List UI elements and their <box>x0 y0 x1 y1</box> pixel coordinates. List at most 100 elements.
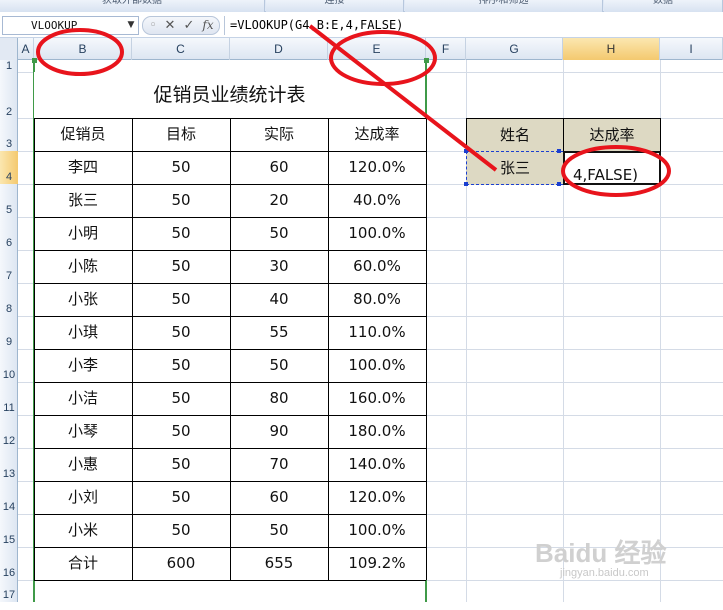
row-header-4[interactable]: 4 <box>0 151 18 184</box>
range-handle[interactable] <box>424 58 429 63</box>
table-cell-actual[interactable]: 80 <box>230 382 328 415</box>
table-cell-rate[interactable]: 140.0% <box>328 448 426 481</box>
table-cell-target[interactable]: 50 <box>132 382 230 415</box>
column-header-c[interactable]: C <box>132 38 230 60</box>
table-cell-actual[interactable]: 60 <box>230 481 328 514</box>
column-header-g[interactable]: G <box>466 38 563 60</box>
enter-formula-button[interactable]: ✓ <box>180 16 198 35</box>
table-cell-rate[interactable]: 160.0% <box>328 382 426 415</box>
column-header-e[interactable]: E <box>328 38 426 60</box>
table-cell-salesperson[interactable]: 张三 <box>34 184 132 217</box>
table-cell-target[interactable]: 50 <box>132 415 230 448</box>
ribbon-group-data-tools[interactable]: 数据 <box>604 0 723 12</box>
table-cell-target[interactable]: 50 <box>132 250 230 283</box>
table-cell-rate[interactable]: 100.0% <box>328 349 426 382</box>
table-cell-salesperson[interactable]: 小琴 <box>34 415 132 448</box>
table-cell-actual[interactable]: 50 <box>230 514 328 547</box>
table-header-target[interactable]: 目标 <box>132 118 230 151</box>
table-cell-rate[interactable]: 120.0% <box>328 481 426 514</box>
table-cell-target[interactable]: 50 <box>132 217 230 250</box>
table-cell-target[interactable]: 50 <box>132 448 230 481</box>
table-cell-actual[interactable]: 60 <box>230 151 328 184</box>
table-cell-salesperson[interactable]: 小刘 <box>34 481 132 514</box>
column-header-b[interactable]: B <box>34 38 132 60</box>
table-cell-salesperson[interactable]: 小米 <box>34 514 132 547</box>
table-cell-rate[interactable]: 120.0% <box>328 151 426 184</box>
table-cell-target[interactable]: 50 <box>132 283 230 316</box>
lookup-header-name[interactable]: 姓名 <box>466 118 564 152</box>
table-cell-salesperson[interactable]: 小惠 <box>34 448 132 481</box>
row-header-1[interactable]: 1 <box>0 60 18 72</box>
table-cell-actual[interactable]: 50 <box>230 349 328 382</box>
table-cell-actual[interactable]: 90 <box>230 415 328 448</box>
formula-input[interactable]: =VLOOKUP(G4,B:E,4,FALSE) <box>224 16 723 35</box>
row-header-8[interactable]: 8 <box>0 283 18 316</box>
row-header-6[interactable]: 6 <box>0 217 18 250</box>
table-cell-salesperson[interactable]: 小张 <box>34 283 132 316</box>
row-header-7[interactable]: 7 <box>0 250 18 283</box>
row-header-5[interactable]: 5 <box>0 184 18 217</box>
table-cell-rate[interactable]: 180.0% <box>328 415 426 448</box>
table-cell-actual[interactable]: 655 <box>230 547 328 580</box>
name-box[interactable]: VLOOKUP <box>2 16 139 35</box>
table-cell-target[interactable]: 50 <box>132 349 230 382</box>
table-cell-actual[interactable]: 20 <box>230 184 328 217</box>
row-header-15[interactable]: 15 <box>0 514 18 547</box>
table-cell-target[interactable]: 50 <box>132 184 230 217</box>
ribbon-group-sort-filter[interactable]: 排序和筛选 <box>405 0 603 12</box>
ribbon-group-get-external-data[interactable]: 获取外部数据 <box>0 0 265 12</box>
row-header-12[interactable]: 12 <box>0 415 18 448</box>
row-header-9[interactable]: 9 <box>0 316 18 349</box>
table-header-actual[interactable]: 实际 <box>230 118 328 151</box>
column-header-a[interactable]: A <box>18 38 34 60</box>
table-cell-salesperson[interactable]: 小陈 <box>34 250 132 283</box>
table-cell-actual[interactable]: 30 <box>230 250 328 283</box>
row-header-10[interactable]: 10 <box>0 349 18 382</box>
select-all-corner[interactable] <box>0 38 18 60</box>
column-header-d[interactable]: D <box>230 38 328 60</box>
range-handle[interactable] <box>32 58 37 63</box>
table-cell-target[interactable]: 50 <box>132 481 230 514</box>
column-header-f[interactable]: F <box>426 38 466 60</box>
table-cell-salesperson[interactable]: 合计 <box>34 547 132 580</box>
lookup-header-rate[interactable]: 达成率 <box>563 118 661 152</box>
table-cell-rate[interactable]: 100.0% <box>328 217 426 250</box>
row-header-3[interactable]: 3 <box>0 118 18 151</box>
table-cell-rate[interactable]: 110.0% <box>328 316 426 349</box>
table-cell-actual[interactable]: 70 <box>230 448 328 481</box>
ribbon-group-connections[interactable]: 连接 <box>266 0 404 12</box>
table-cell-rate[interactable]: 60.0% <box>328 250 426 283</box>
lookup-rate-cell-editing[interactable]: 4,FALSE) <box>563 151 661 185</box>
table-cell-salesperson[interactable]: 小明 <box>34 217 132 250</box>
table-cell-target[interactable]: 50 <box>132 151 230 184</box>
table-cell-rate[interactable]: 40.0% <box>328 184 426 217</box>
column-header-i[interactable]: I <box>660 38 723 60</box>
table-cell-actual[interactable]: 55 <box>230 316 328 349</box>
insert-function-button[interactable]: fx <box>199 16 217 35</box>
table-cell-actual[interactable]: 40 <box>230 283 328 316</box>
row-header-16[interactable]: 16 <box>0 547 18 580</box>
table-cell-rate[interactable]: 109.2% <box>328 547 426 580</box>
table-cell-salesperson[interactable]: 小洁 <box>34 382 132 415</box>
row-header-13[interactable]: 13 <box>0 448 18 481</box>
row-header-17[interactable]: 17 <box>0 580 18 602</box>
table-cell-actual[interactable]: 50 <box>230 217 328 250</box>
table-cell-rate[interactable]: 80.0% <box>328 283 426 316</box>
table-header-salesperson[interactable]: 促销员 <box>34 118 132 151</box>
table-cell-target[interactable]: 600 <box>132 547 230 580</box>
row-header-14[interactable]: 14 <box>0 481 18 514</box>
table-cell-salesperson[interactable]: 小李 <box>34 349 132 382</box>
row-header-11[interactable]: 11 <box>0 382 18 415</box>
table-cell-salesperson[interactable]: 小琪 <box>34 316 132 349</box>
lookup-name-cell[interactable]: 张三 <box>466 151 564 185</box>
table-cell-target[interactable]: 50 <box>132 316 230 349</box>
table-cell-rate[interactable]: 100.0% <box>328 514 426 547</box>
row-header-2[interactable]: 2 <box>0 72 18 118</box>
table-cell-salesperson[interactable]: 李四 <box>34 151 132 184</box>
table-border <box>34 118 426 119</box>
cancel-formula-button[interactable]: ✕ <box>161 16 179 35</box>
chevron-down-icon[interactable]: ▼ <box>125 17 137 34</box>
table-header-rate[interactable]: 达成率 <box>328 118 426 151</box>
column-header-h[interactable]: H <box>563 38 660 60</box>
table-cell-target[interactable]: 50 <box>132 514 230 547</box>
